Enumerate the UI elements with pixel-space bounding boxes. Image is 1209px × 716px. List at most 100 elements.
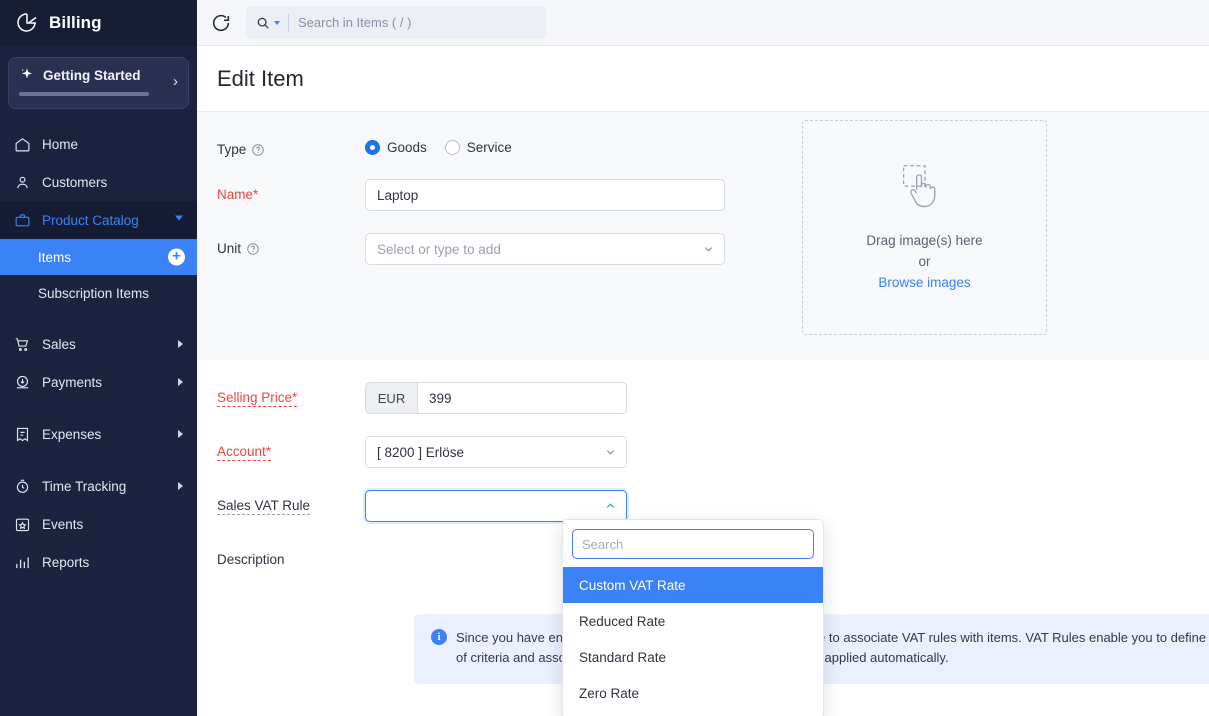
chevron-right-icon: › (173, 74, 178, 89)
radio-label: Goods (387, 140, 427, 155)
name-label: Name* (217, 179, 365, 202)
sidebar-nav: Home Customers Product Catalog Items + (0, 125, 197, 581)
radio-goods[interactable] (365, 140, 380, 155)
sidebar-item-label: Time Tracking (42, 479, 126, 494)
receipt-icon (14, 426, 31, 443)
chevron-right-icon (178, 378, 183, 386)
chevron-down-icon (605, 447, 616, 458)
sidebar-item-time-tracking[interactable]: Time Tracking (0, 467, 197, 505)
chevron-down-icon (175, 216, 183, 225)
account-select-value: [ 8200 ] Erlöse (377, 445, 464, 460)
page-title: Edit Item (217, 66, 304, 92)
option-label: Standard Rate (579, 650, 666, 665)
sidebar-item-label: Payments (42, 375, 102, 390)
payment-icon (14, 374, 31, 391)
sidebar-item-label: Customers (42, 175, 107, 190)
pie-chart-logo-icon (16, 11, 40, 35)
sidebar-item-label: Reports (42, 555, 89, 570)
main-area: Edit Item Type Goods (197, 0, 1209, 716)
add-item-button[interactable]: + (168, 249, 185, 266)
getting-started-label: Getting Started (43, 68, 141, 83)
sidebar-item-items[interactable]: Items + (0, 239, 197, 275)
sidebar-item-product-catalog[interactable]: Product Catalog (0, 201, 197, 239)
sidebar: Billing Getting Started › Home (0, 0, 197, 716)
sidebar-item-events[interactable]: Events (0, 505, 197, 543)
vat-dropdown-search-wrap (563, 529, 823, 567)
option-label: Reduced Rate (579, 614, 665, 629)
image-dropzone[interactable]: Drag image(s) here or Browse images (802, 120, 1047, 335)
chevron-down-icon (703, 244, 714, 255)
option-label: Zero Rate (579, 686, 639, 701)
briefcase-icon (14, 212, 31, 229)
page-header: Edit Item (197, 46, 1209, 112)
vat-rule-dropdown: Custom VAT Rate Reduced Rate Standard Ra… (562, 519, 824, 716)
radio-label: Service (467, 140, 512, 155)
sidebar-subitem-label: Subscription Items (38, 286, 149, 301)
vat-option-zero-rate[interactable]: Zero Rate (563, 675, 823, 711)
label-text: Type (217, 142, 246, 157)
vat-option-standard-rate[interactable]: Standard Rate (563, 639, 823, 675)
sidebar-item-label: Expenses (42, 427, 101, 442)
help-icon[interactable] (246, 242, 260, 256)
sidebar-item-customers[interactable]: Customers (0, 163, 197, 201)
dropzone-line1: Drag image(s) here (866, 230, 982, 251)
sidebar-item-payments[interactable]: Payments (0, 363, 197, 401)
option-label: Custom VAT Rate (579, 578, 686, 593)
item-basic-section: Type Goods Service (197, 112, 1209, 360)
global-search[interactable] (246, 6, 546, 39)
getting-started-card[interactable]: Getting Started › (8, 57, 189, 109)
vat-option-custom-vat-rate[interactable]: Custom VAT Rate (563, 567, 823, 603)
stopwatch-icon (14, 478, 31, 495)
radio-service[interactable] (445, 140, 460, 155)
account-label: Account* (217, 436, 365, 461)
sidebar-item-label: Sales (42, 337, 76, 352)
account-select[interactable]: [ 8200 ] Erlöse (365, 436, 627, 468)
cart-icon (14, 336, 31, 353)
bar-chart-icon (14, 554, 31, 571)
selling-price-input[interactable] (417, 382, 627, 414)
currency-prefix: EUR (365, 382, 417, 414)
refresh-icon[interactable] (210, 12, 232, 34)
label-text: Unit (217, 241, 241, 256)
sidebar-item-expenses[interactable]: Expenses (0, 415, 197, 453)
sales-vat-rule-label: Sales VAT Rule (217, 490, 365, 515)
label-text: Description (217, 552, 285, 567)
drag-hand-icon (898, 162, 952, 214)
field-row-account: Account* [ 8200 ] Erlöse (217, 436, 1189, 468)
brand-name: Billing (49, 13, 102, 33)
dropzone-line2: or (918, 251, 930, 272)
selling-price-label: Selling Price* (217, 382, 365, 407)
sidebar-item-home[interactable]: Home (0, 125, 197, 163)
vat-dropdown-search-input[interactable] (572, 529, 814, 559)
sidebar-item-label: Product Catalog (42, 213, 139, 228)
chevron-right-icon (178, 340, 183, 348)
radio-option-service[interactable]: Service (445, 140, 512, 155)
vat-option-reduced-rate[interactable]: Reduced Rate (563, 603, 823, 639)
type-label: Type (217, 134, 365, 157)
events-icon (14, 516, 31, 533)
search-input[interactable] (298, 15, 518, 30)
description-label: Description (217, 544, 365, 567)
unit-select[interactable]: Select or type to add (365, 233, 725, 265)
sidebar-item-subscription-items[interactable]: Subscription Items (0, 275, 197, 311)
divider (288, 14, 289, 32)
sparkle-icon (19, 67, 35, 83)
unit-label: Unit (217, 233, 365, 256)
chevron-up-icon (605, 501, 616, 512)
sidebar-item-reports[interactable]: Reports (0, 543, 197, 581)
chevron-right-icon (178, 430, 183, 438)
chevron-down-icon[interactable] (274, 21, 280, 25)
name-input[interactable] (365, 179, 725, 211)
search-icon (256, 16, 270, 30)
unit-select-value: Select or type to add (377, 242, 501, 257)
plus-icon: + (172, 249, 181, 264)
radio-option-goods[interactable]: Goods (365, 140, 427, 155)
help-icon[interactable] (251, 143, 265, 157)
sidebar-item-label: Home (42, 137, 78, 152)
browse-images-link[interactable]: Browse images (878, 272, 970, 293)
field-row-selling-price: Selling Price* EUR (217, 382, 1189, 414)
sales-vat-rule-select[interactable] (365, 490, 627, 522)
sidebar-item-sales[interactable]: Sales (0, 325, 197, 363)
brand-header[interactable]: Billing (0, 0, 197, 46)
sidebar-subitem-label: Items (38, 250, 71, 265)
